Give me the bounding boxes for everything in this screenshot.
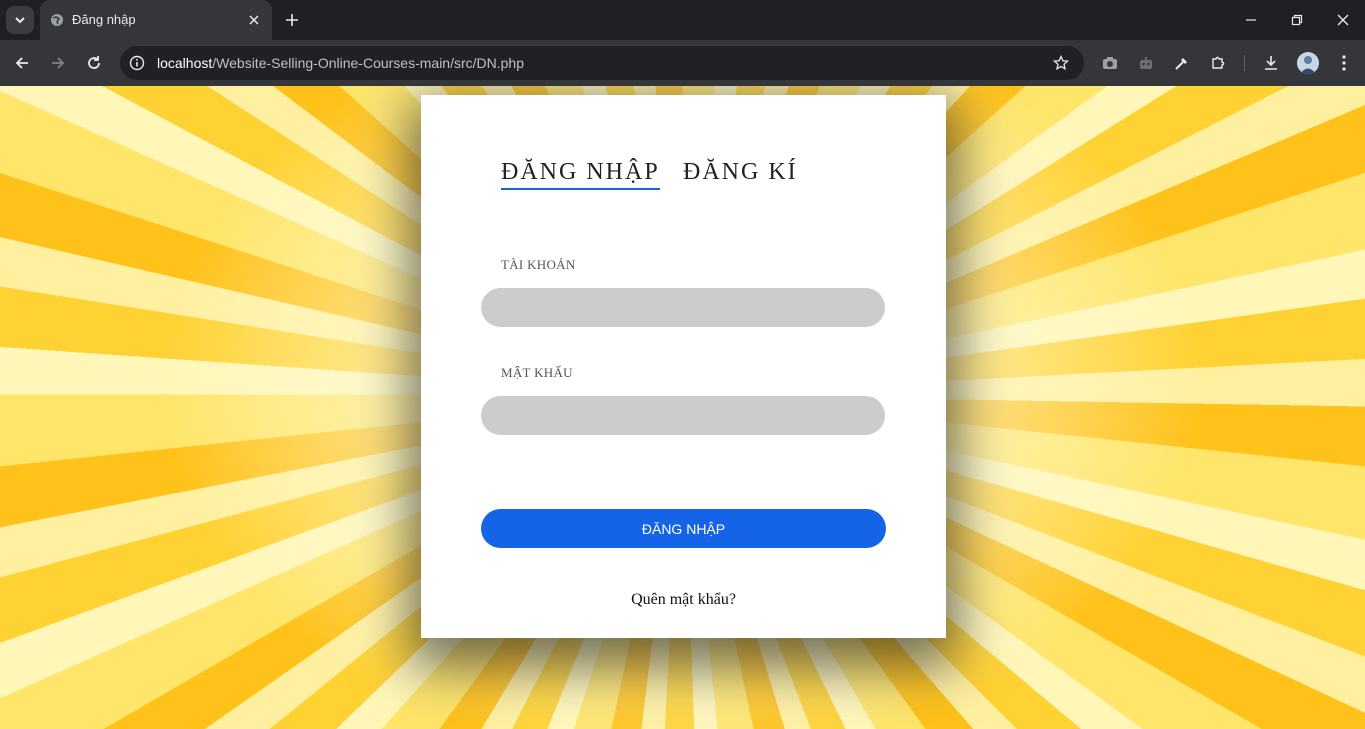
restore-icon [1291, 14, 1303, 26]
arrow-left-icon [15, 57, 28, 69]
url-text: localhost/Website-Selling-Online-Courses… [157, 55, 524, 71]
downloads-button[interactable] [1260, 52, 1282, 74]
tab-search-button[interactable] [6, 6, 34, 34]
extensions-button[interactable] [1207, 52, 1229, 74]
username-input[interactable] [481, 288, 885, 327]
login-card: ĐĂNG NHẬP ĐĂNG KÍ TÀI KHOẢN MẬT KHẨU ĐĂN… [421, 95, 946, 638]
login-submit-button[interactable]: ĐĂNG NHẬP [481, 509, 886, 548]
arrow-right-icon [52, 57, 65, 69]
bookmark-button[interactable] [1052, 54, 1070, 72]
username-label: TÀI KHOẢN [501, 257, 576, 272]
address-bar[interactable]: localhost/Website-Selling-Online-Courses… [120, 46, 1084, 80]
forward-button[interactable] [46, 51, 70, 75]
avatar-icon [1300, 56, 1316, 74]
url-host: localhost [157, 55, 213, 71]
download-icon [1265, 56, 1277, 70]
chevron-down-icon [15, 17, 25, 24]
toolbar-separator [1244, 55, 1245, 71]
profile-avatar[interactable] [1297, 52, 1319, 74]
tab-register[interactable]: ĐĂNG KÍ [683, 159, 798, 186]
new-tab-button[interactable] [280, 8, 304, 32]
password-input[interactable] [481, 396, 885, 435]
forgot-password-link[interactable]: Quên mật khẩu? [421, 591, 946, 609]
minimize-button[interactable] [1237, 8, 1265, 32]
star-icon [1053, 55, 1069, 71]
password-label: MẬT KHẨU [501, 365, 573, 380]
back-button[interactable] [10, 51, 34, 75]
browser-menu-button[interactable] [1333, 52, 1355, 74]
close-window-button[interactable] [1329, 8, 1357, 32]
screenshot-extension-button[interactable] [1099, 52, 1121, 74]
restore-button[interactable] [1283, 8, 1311, 32]
more-vertical-icon [1342, 55, 1346, 71]
puzzle-icon [1212, 56, 1225, 69]
page-background: ĐĂNG NHẬP ĐĂNG KÍ TÀI KHOẢN MẬT KHẨU ĐĂN… [0, 86, 1365, 729]
plus-icon [286, 14, 298, 26]
eyedropper-extension-button[interactable] [1171, 52, 1193, 74]
reload-button[interactable] [82, 51, 106, 75]
browser-tab-strip: Đăng nhập [0, 0, 1365, 40]
site-info-button[interactable] [128, 54, 146, 72]
info-icon [129, 55, 145, 71]
eyedropper-icon [1175, 58, 1187, 70]
browser-tab[interactable]: Đăng nhập [40, 0, 272, 40]
minimize-icon [1246, 19, 1256, 21]
reload-icon [88, 56, 100, 69]
robot-extension-button[interactable] [1135, 52, 1157, 74]
close-icon [249, 15, 259, 25]
tab-title: Đăng nhập [72, 12, 136, 27]
tab-login[interactable]: ĐĂNG NHẬP [501, 159, 660, 190]
robot-icon [1140, 57, 1152, 69]
browser-toolbar: localhost/Website-Selling-Online-Courses… [0, 40, 1365, 86]
url-path: /Website-Selling-Online-Courses-main/src… [212, 55, 525, 71]
globe-icon [51, 14, 63, 26]
close-icon [1337, 14, 1349, 26]
close-tab-button[interactable] [244, 10, 264, 30]
camera-icon [1103, 57, 1117, 69]
